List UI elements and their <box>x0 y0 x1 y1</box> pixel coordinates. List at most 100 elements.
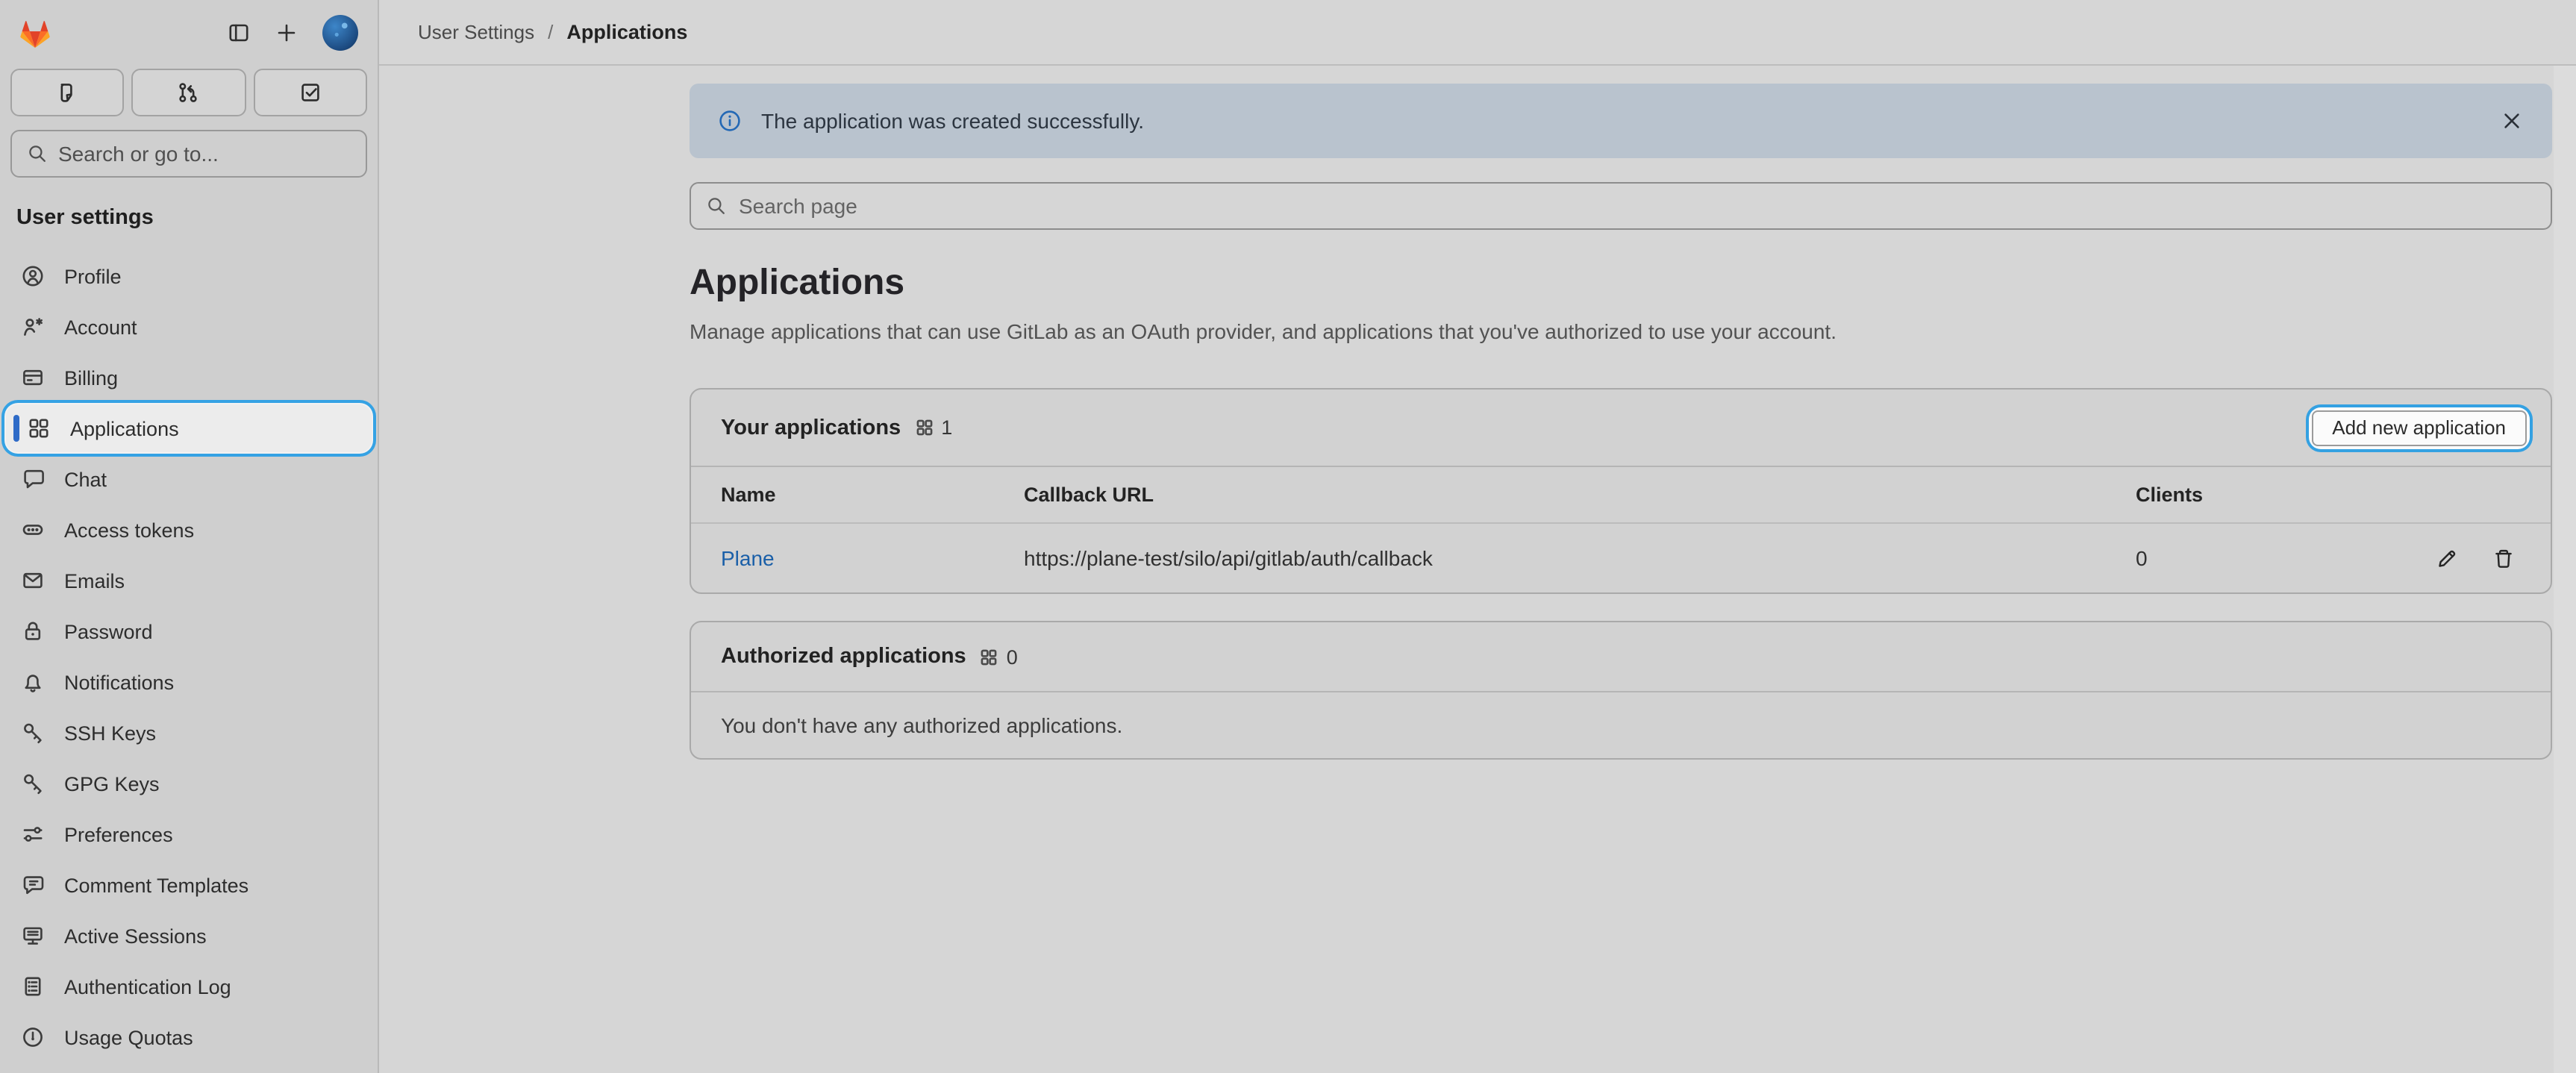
sidebar-item-label: Authentication Log <box>64 975 231 998</box>
sidebar-header <box>0 0 378 66</box>
your-applications-count: 1 <box>914 416 952 439</box>
sidebar-item-label: Access tokens <box>64 519 194 541</box>
edit-application-button[interactable] <box>2436 547 2458 569</box>
global-search-placeholder: Search or go to... <box>58 142 219 166</box>
sidebar-item-label: Account <box>64 316 137 338</box>
user-avatar[interactable] <box>322 15 358 51</box>
column-header-clients: Clients <box>2136 484 2360 506</box>
authorized-applications-card: Authorized applications 0 You don't have… <box>690 621 2552 760</box>
sidebar-item-applications[interactable]: Applications <box>6 404 372 452</box>
todo-icon <box>298 81 322 104</box>
account-icon <box>21 315 45 339</box>
sidebar-item-authentication-log[interactable]: Authentication Log <box>6 963 372 1010</box>
sidebar-item-label: SSH Keys <box>64 722 156 744</box>
sidebar-item-chat[interactable]: Chat <box>6 455 372 503</box>
your-applications-title: Your applications <box>721 416 901 439</box>
application-name-link[interactable]: Plane <box>721 546 1024 570</box>
breadcrumb-separator: / <box>548 21 553 43</box>
page-search-input[interactable] <box>739 194 2536 218</box>
breadcrumb: User Settings / Applications <box>418 21 687 43</box>
user-icon <box>21 264 45 288</box>
sidebar-item-gpg-keys[interactable]: GPG Keys <box>6 760 372 807</box>
gitlab-app: Search or go to... User settings Profile… <box>0 0 2576 1073</box>
breadcrumb-applications: Applications <box>566 21 687 43</box>
gauge-icon <box>21 1025 45 1049</box>
sidebar-item-notifications[interactable]: Notifications <box>6 658 372 706</box>
application-clients-count: 0 <box>2136 546 2360 570</box>
sidebar-item-comment-templates[interactable]: Comment Templates <box>6 861 372 909</box>
authorized-applications-count: 0 <box>980 645 1018 668</box>
breadcrumb-user-settings[interactable]: User Settings <box>418 21 534 43</box>
column-header-callback-url: Callback URL <box>1024 484 2136 506</box>
authlog-icon <box>21 975 45 998</box>
authorized-applications-empty-state: You don't have any authorized applicatio… <box>691 691 2551 758</box>
add-new-application-button[interactable]: Add new application <box>2311 410 2527 445</box>
add-application-focus-ring: Add new application <box>2311 410 2527 445</box>
issues-icon <box>55 81 79 104</box>
billing-icon <box>21 366 45 390</box>
create-new-button[interactable] <box>275 21 298 45</box>
sidebar-item-preferences[interactable]: Preferences <box>6 810 372 858</box>
key-icon <box>21 721 45 745</box>
merge-request-icon <box>177 81 201 104</box>
sidebar-item-access-tokens[interactable]: Access tokens <box>6 506 372 554</box>
application-callback-url: https://plane-test/silo/api/gitlab/auth/… <box>1024 546 2136 570</box>
column-header-name: Name <box>721 484 1024 506</box>
sidebar-item-emails[interactable]: Emails <box>6 557 372 604</box>
success-alert: The application was created successfully… <box>690 84 2552 158</box>
global-search-box[interactable]: Search or go to... <box>10 130 367 178</box>
delete-application-button[interactable] <box>2492 547 2515 569</box>
page-description: Manage applications that can use GitLab … <box>690 319 2552 343</box>
authorized-applications-header: Authorized applications 0 <box>691 622 2551 691</box>
issues-shortcut-button[interactable] <box>10 69 125 116</box>
sidebar-item-usage-quotas[interactable]: Usage Quotas <box>6 1013 372 1061</box>
sidebar-shortcut-bar <box>0 66 378 116</box>
sessions-icon <box>21 924 45 948</box>
main-area: User Settings / Applications The applica… <box>379 0 2576 1073</box>
applications-table-header: Name Callback URL Clients <box>691 466 2551 522</box>
key-icon <box>21 772 45 795</box>
top-bar: User Settings / Applications <box>379 0 2576 66</box>
comment-icon <box>21 873 45 897</box>
applications-icon <box>980 647 999 666</box>
authorized-applications-title: Authorized applications <box>721 645 966 669</box>
sidebar-item-label: Password <box>64 620 153 642</box>
sidebar-item-label: Preferences <box>64 823 173 845</box>
alert-close-button[interactable] <box>2500 109 2524 133</box>
sidebar-item-label: GPG Keys <box>64 772 160 795</box>
sidebar-item-active-sessions[interactable]: Active Sessions <box>6 912 372 960</box>
chat-icon <box>21 467 45 491</box>
todo-shortcut-button[interactable] <box>253 69 367 116</box>
sidebar: Search or go to... User settings Profile… <box>0 0 379 1073</box>
sidebar-item-ssh-keys[interactable]: SSH Keys <box>6 709 372 757</box>
bell-icon <box>21 670 45 694</box>
count-value: 0 <box>1007 645 1018 668</box>
search-icon <box>706 195 727 216</box>
sidebar-item-label: Comment Templates <box>64 874 248 896</box>
sidebar-item-billing[interactable]: Billing <box>6 354 372 401</box>
sidebar-section-title: User settings <box>16 206 361 230</box>
active-indicator <box>13 415 19 442</box>
gitlab-logo-icon <box>16 14 54 51</box>
sidebar-item-label: Emails <box>64 569 125 592</box>
search-icon <box>27 143 48 164</box>
application-row: Plane https://plane-test/silo/api/gitlab… <box>691 522 2551 592</box>
sidebar-item-label: Usage Quotas <box>64 1026 193 1048</box>
merge-request-shortcut-button[interactable] <box>132 69 246 116</box>
tokens-icon <box>21 518 45 542</box>
your-applications-header: Your applications 1 Add new application <box>691 390 2551 466</box>
mail-icon <box>21 569 45 592</box>
sidebar-item-label: Applications <box>70 417 179 439</box>
page-search-box <box>690 182 2552 230</box>
apps-icon <box>27 416 51 440</box>
sidebar-item-profile[interactable]: Profile <box>6 252 372 300</box>
sidebar-item-label: Active Sessions <box>64 925 207 947</box>
applications-icon <box>914 418 934 437</box>
your-applications-card: Your applications 1 Add new application … <box>690 388 2552 594</box>
scrollbar-gutter[interactable] <box>2554 66 2576 1073</box>
sidebar-item-password[interactable]: Password <box>6 607 372 655</box>
lock-icon <box>21 619 45 643</box>
sidebar-toggle-button[interactable] <box>227 21 251 45</box>
alert-message: The application was created successfully… <box>761 109 1144 133</box>
sidebar-item-account[interactable]: Account <box>6 303 372 351</box>
